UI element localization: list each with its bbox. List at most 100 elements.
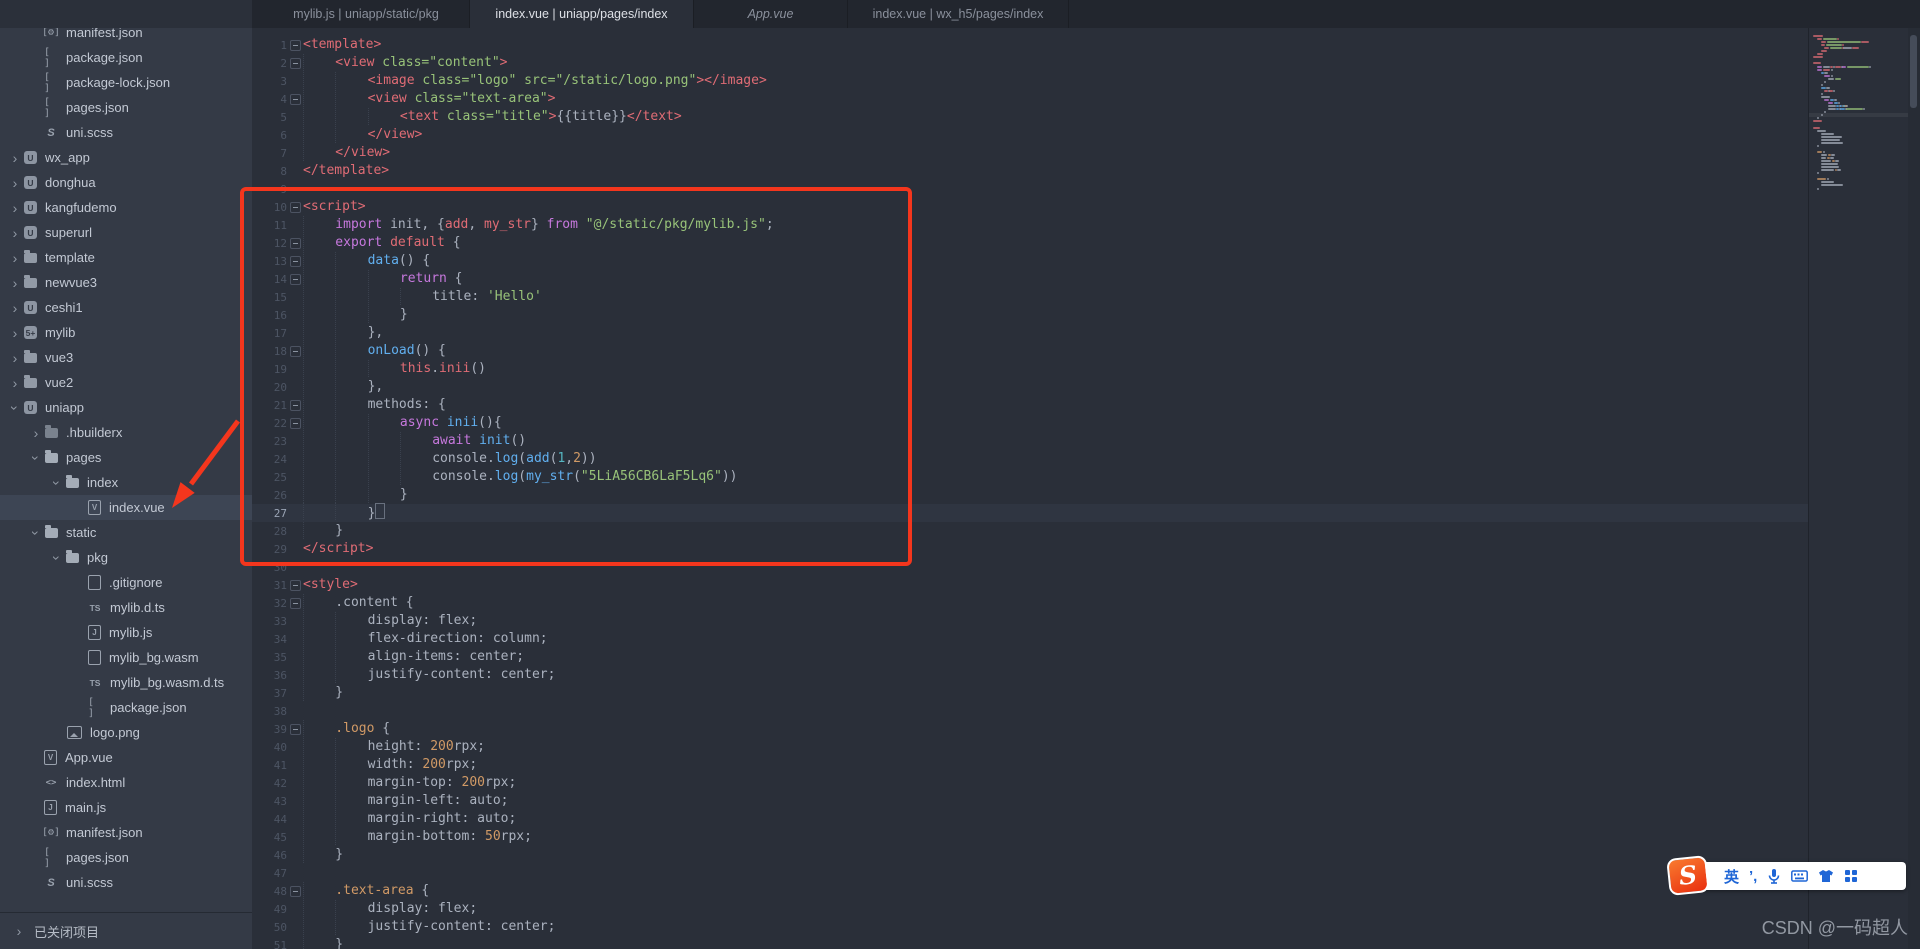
fold-icon[interactable]: [289, 237, 301, 249]
chevron-down-icon[interactable]: ›: [49, 476, 65, 490]
tab-mylib.js[interactable]: mylib.js | uniapp/static/pkg: [263, 0, 470, 28]
fold-icon[interactable]: [289, 885, 301, 897]
tree-item-index.vue[interactable]: Vindex.vue: [0, 495, 252, 520]
tree-item-uni.scss[interactable]: Suni.scss: [0, 120, 252, 145]
code-line-26[interactable]: 26}: [252, 486, 1808, 504]
code-line-50[interactable]: 50 justify-content: center;: [252, 918, 1808, 936]
ime-toolbar[interactable]: S 英 ’,: [1666, 855, 1906, 896]
tree-item-template[interactable]: › template: [0, 245, 252, 270]
code-line-2[interactable]: 2 <view class="content">: [252, 54, 1808, 72]
code-line-32[interactable]: 32 .content {: [252, 594, 1808, 612]
minimap[interactable]: [1808, 28, 1909, 949]
fold-icon[interactable]: [289, 255, 301, 267]
skin-shirt-icon[interactable]: [1818, 869, 1834, 883]
chevron-right-icon[interactable]: ›: [8, 375, 22, 391]
tree-item-vue2[interactable]: › vue2: [0, 370, 252, 395]
code-line-4[interactable]: 4 <view class="text-area">: [252, 90, 1808, 108]
code-line-25[interactable]: 25 console.log(my_str("5LiA56CB6LaF5Lq6")…: [252, 468, 1808, 486]
tree-item-ceshi1[interactable]: › Uceshi1: [0, 295, 252, 320]
tree-item-mylib[interactable]: › 5+ mylib: [0, 320, 252, 345]
tree-item-pages.json[interactable]: [ ] pages.json: [0, 845, 252, 870]
code-line-42[interactable]: 42 margin-top: 200rpx;: [252, 774, 1808, 792]
code-line-8[interactable]: 8 </template>: [252, 162, 1808, 180]
code-line-22[interactable]: 22 async inii(){: [252, 414, 1808, 432]
tree-item-wx_app[interactable]: › Uwx_app: [0, 145, 252, 170]
code-line-39[interactable]: 39 .logo {: [252, 720, 1808, 738]
code-line-6[interactable]: 6 </view>: [252, 126, 1808, 144]
code-line-10[interactable]: 10 <script>: [252, 198, 1808, 216]
tree-item-package.json[interactable]: [ ] package.json: [0, 45, 252, 70]
chevron-right-icon[interactable]: ›: [8, 300, 22, 316]
chevron-right-icon[interactable]: ›: [8, 150, 22, 166]
code-line-3[interactable]: 3 <image class="logo" src="/static/logo.p…: [252, 72, 1808, 90]
code-line-20[interactable]: 20},: [252, 378, 1808, 396]
code-line-21[interactable]: 21 methods: {: [252, 396, 1808, 414]
fold-icon[interactable]: [289, 597, 301, 609]
tree-item-mylib.d.ts[interactable]: TS mylib.d.ts: [0, 595, 252, 620]
scrollbar[interactable]: [1908, 28, 1920, 949]
tree-item-superurl[interactable]: › Usuperurl: [0, 220, 252, 245]
fold-icon[interactable]: [289, 417, 301, 429]
tree-item-pages.json[interactable]: [ ] pages.json: [0, 95, 252, 120]
microphone-icon[interactable]: [1767, 868, 1781, 884]
chevron-right-icon[interactable]: ›: [8, 250, 22, 266]
chevron-down-icon[interactable]: ›: [7, 401, 23, 415]
tree-item-mylib_bg.wasm[interactable]: mylib_bg.wasm: [0, 645, 252, 670]
tree-item-static[interactable]: › static: [0, 520, 252, 545]
code-line-11[interactable]: 11 import init, {add, my_str} from "@/sta…: [252, 216, 1808, 234]
tree-item-App.vue[interactable]: V App.vue: [0, 745, 252, 770]
scrollbar-thumb[interactable]: [1910, 35, 1917, 108]
code-line-46[interactable]: 46}: [252, 846, 1808, 864]
code-line-45[interactable]: 45 margin-bottom: 50rpx;: [252, 828, 1808, 846]
chevron-right-icon[interactable]: ›: [8, 200, 22, 216]
code-line-29[interactable]: 29 </script>: [252, 540, 1808, 558]
tree-item-pages[interactable]: › pages: [0, 445, 252, 470]
fold-icon[interactable]: [289, 579, 301, 591]
tree-item-index[interactable]: › index: [0, 470, 252, 495]
code-line-15[interactable]: 15 title: 'Hello': [252, 288, 1808, 306]
code-line-37[interactable]: 37}: [252, 684, 1808, 702]
chevron-right-icon[interactable]: ›: [8, 325, 22, 341]
code-line-33[interactable]: 33 display: flex;: [252, 612, 1808, 630]
code-line-1[interactable]: 1 <template>: [252, 36, 1808, 54]
tree-item-.hbuilderx[interactable]: › .hbuilderx: [0, 420, 252, 445]
tree-item-mylib.js[interactable]: Jmylib.js: [0, 620, 252, 645]
code-line-31[interactable]: 31 <style>: [252, 576, 1808, 594]
tree-item-uni.scss[interactable]: Suni.scss: [0, 870, 252, 895]
tree-item-donghua[interactable]: › Udonghua: [0, 170, 252, 195]
fold-icon[interactable]: [289, 345, 301, 357]
code-line-48[interactable]: 48 .text-area {: [252, 882, 1808, 900]
code-line-16[interactable]: 16}: [252, 306, 1808, 324]
fold-icon[interactable]: [289, 723, 301, 735]
chevron-down-icon[interactable]: ›: [28, 526, 44, 540]
tab-App.vue[interactable]: App.vue: [694, 0, 848, 28]
chevron-down-icon[interactable]: ›: [28, 451, 44, 465]
sogou-logo[interactable]: S: [1666, 855, 1710, 896]
code-line-40[interactable]: 40 height: 200rpx;: [252, 738, 1808, 756]
code-line-35[interactable]: 35 align-items: center;: [252, 648, 1808, 666]
chevron-right-icon[interactable]: ›: [8, 275, 22, 291]
tree-item-package-lock.json[interactable]: [ ] package-lock.json: [0, 70, 252, 95]
chevron-right-icon[interactable]: ›: [8, 350, 22, 366]
code-line-24[interactable]: 24 console.log(add(1,2)): [252, 450, 1808, 468]
closed-projects-row[interactable]: › 已关闭项目: [0, 912, 252, 949]
tree-item-.gitignore[interactable]: .gitignore: [0, 570, 252, 595]
code-line-43[interactable]: 43 margin-left: auto;: [252, 792, 1808, 810]
code-line-36[interactable]: 36 justify-content: center;: [252, 666, 1808, 684]
code-line-12[interactable]: 12 export default {: [252, 234, 1808, 252]
fold-icon[interactable]: [289, 399, 301, 411]
code-line-38[interactable]: 38: [252, 702, 1808, 720]
tree-item-index.html[interactable]: <> index.html: [0, 770, 252, 795]
code-line-7[interactable]: 7 </view>: [252, 144, 1808, 162]
tree-item-main.js[interactable]: Jmain.js: [0, 795, 252, 820]
code-line-18[interactable]: 18 onLoad() {: [252, 342, 1808, 360]
tree-item-newvue3[interactable]: › newvue3: [0, 270, 252, 295]
ime-punctuation-button[interactable]: ’,: [1749, 868, 1757, 885]
tree-item-manifest.json[interactable]: [⚙] manifest.json: [0, 820, 252, 845]
chevron-down-icon[interactable]: ›: [49, 551, 65, 565]
code-line-19[interactable]: 19 this.inii(): [252, 360, 1808, 378]
tree-item-uniapp[interactable]: › Uuniapp: [0, 395, 252, 420]
toolbox-grid-icon[interactable]: [1844, 869, 1858, 883]
tab-index.vue[interactable]: index.vue | uniapp/pages/index: [470, 0, 694, 28]
fold-icon[interactable]: [289, 93, 301, 105]
